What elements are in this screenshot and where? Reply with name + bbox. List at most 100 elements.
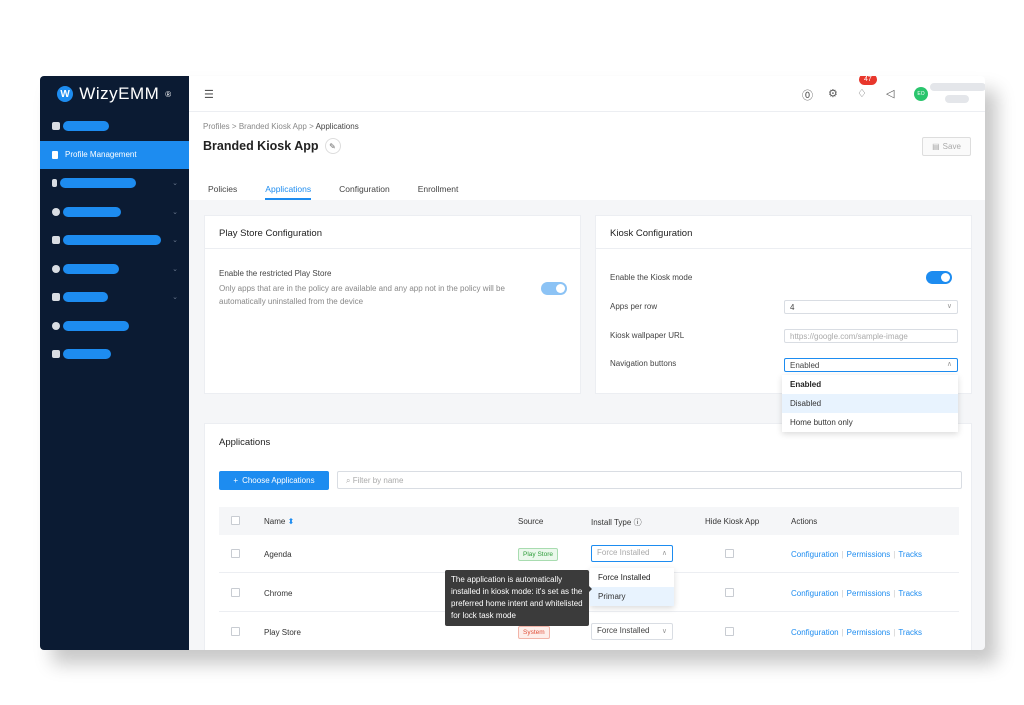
apps-per-row-label: Apps per row	[610, 302, 658, 311]
row-actions: Configuration | Permissions | Tracks	[791, 550, 922, 559]
permissions-link[interactable]: Permissions	[847, 589, 891, 598]
sidebar-item-dashboard[interactable]	[40, 112, 189, 141]
row-checkbox[interactable]	[231, 549, 240, 558]
sidebar-item-support[interactable]	[40, 340, 189, 369]
kiosk-mode-toggle[interactable]	[926, 271, 952, 284]
wallpaper-label: Kiosk wallpaper URL	[610, 331, 685, 340]
redacted-label	[63, 292, 108, 303]
dropdown-option-disabled[interactable]: Disabled	[782, 394, 958, 413]
sidebar-item-billing[interactable]: ⌄	[40, 283, 189, 312]
select-all-checkbox[interactable]	[231, 516, 240, 525]
row-actions: Configuration | Permissions | Tracks	[791, 628, 922, 637]
wallpaper-input[interactable]: https://google.com/sample-image	[784, 329, 958, 343]
sidebar-item-android[interactable]: ⌄	[40, 226, 189, 255]
tab-applications[interactable]: Applications	[265, 184, 312, 200]
topbar: ☰ ⓪ ⚙ ♢ 47 ◁ EO	[189, 76, 985, 112]
sidebar-item-users[interactable]	[40, 312, 189, 341]
brand-name: WizyEMM	[79, 84, 160, 103]
brand-registered: ®	[165, 89, 172, 99]
hide-kiosk-checkbox[interactable]	[725, 549, 734, 558]
row-checkbox[interactable]	[231, 627, 240, 636]
row-actions: Configuration | Permissions | Tracks	[791, 589, 922, 598]
tab-enrollment[interactable]: Enrollment	[418, 184, 459, 200]
app-window: W WizyEMM ® Profile Management ⌄ ⌄ ⌄ ⌄ ⌄ …	[40, 76, 985, 650]
filter-input[interactable]: ⌕ Filter by name	[337, 471, 962, 489]
table-row: Agenda Play Store Force Installed ∧ Confi…	[219, 535, 959, 573]
permissions-link[interactable]: Permissions	[847, 628, 891, 637]
action-separator: |	[893, 550, 896, 559]
install-type-select[interactable]: Force Installed ∨	[591, 623, 673, 640]
breadcrumb: Profiles > Branded Kiosk App > Applicati…	[203, 122, 359, 131]
sidebar-item-location[interactable]: ⌄	[40, 198, 189, 227]
tracks-link[interactable]: Tracks	[898, 589, 922, 598]
col-source: Source	[518, 517, 544, 526]
android-icon	[52, 236, 60, 245]
install-type-select[interactable]: Force Installed ∧	[591, 545, 673, 562]
dropdown-option-home-only[interactable]: Home button only	[782, 413, 958, 432]
logo[interactable]: W WizyEMM ®	[40, 76, 189, 112]
configuration-link[interactable]: Configuration	[791, 628, 839, 637]
install-option-primary[interactable]: Primary	[590, 587, 674, 606]
apps-per-row-select[interactable]: 4 ∨	[784, 300, 958, 314]
action-separator: |	[893, 628, 896, 637]
source-badge: Play Store	[518, 548, 558, 561]
play-store-title: Play Store Configuration	[205, 216, 580, 249]
col-install-type-label: Install Type	[591, 518, 632, 527]
redacted-label	[63, 349, 111, 360]
action-separator: |	[893, 589, 896, 598]
configuration-link[interactable]: Configuration	[791, 589, 839, 598]
install-type-value: Force Installed	[597, 548, 650, 557]
dropdown-option-enabled[interactable]: Enabled	[782, 375, 958, 394]
redacted-label	[63, 121, 109, 132]
breadcrumb-profiles[interactable]: Profiles	[203, 122, 230, 131]
chevron-up-icon: ∧	[661, 550, 667, 557]
row-checkbox[interactable]	[231, 588, 240, 597]
col-name[interactable]: Name ⬍	[264, 517, 294, 526]
sidebar-item-devices[interactable]: ⌄	[40, 169, 189, 198]
table-header: Name ⬍ Source Install Type ⓘ Hide Kiosk …	[219, 507, 959, 535]
help-icon[interactable]: ⓘ	[634, 518, 642, 527]
headset-icon	[52, 350, 60, 359]
hide-kiosk-checkbox[interactable]	[725, 588, 734, 597]
redacted-label	[63, 263, 119, 274]
col-actions: Actions	[791, 517, 818, 526]
table-row: Play Store System Force Installed ∨ Confi…	[219, 613, 959, 650]
app-name: Agenda	[264, 550, 292, 559]
choose-applications-button[interactable]: + Choose Applications	[219, 471, 329, 490]
kiosk-mode-label: Enable the Kiosk mode	[610, 273, 693, 282]
action-separator: |	[841, 550, 844, 559]
save-button[interactable]: ▤ Save	[922, 137, 971, 156]
breadcrumb-separator: >	[231, 122, 237, 131]
page-header: Profiles > Branded Kiosk App > Applicati…	[189, 112, 985, 200]
breadcrumb-profile[interactable]: Branded Kiosk App	[239, 122, 307, 131]
nav-buttons-select[interactable]: Enabled ∧	[784, 358, 958, 372]
sidebar-item-profile-management[interactable]: Profile Management	[40, 140, 189, 169]
bell-icon[interactable]: ♢	[857, 87, 867, 100]
megaphone-icon[interactable]: ◁	[886, 87, 894, 100]
tracks-link[interactable]: Tracks	[898, 550, 922, 559]
install-option-force[interactable]: Force Installed	[590, 568, 674, 587]
sidebar-item-settings[interactable]: ⌄	[40, 255, 189, 284]
user-icon	[52, 321, 60, 330]
redacted-label	[60, 178, 136, 189]
hide-kiosk-checkbox[interactable]	[725, 627, 734, 636]
install-type-tooltip: The application is automatically install…	[445, 570, 592, 626]
install-type-dropdown: Force Installed Primary	[590, 568, 674, 606]
gear-icon[interactable]: ⚙	[828, 87, 838, 100]
collapse-menu-icon[interactable]: ☰	[204, 88, 214, 101]
tracks-link[interactable]: Tracks	[898, 628, 922, 637]
permissions-link[interactable]: Permissions	[847, 550, 891, 559]
tab-configuration[interactable]: Configuration	[339, 184, 390, 200]
phone-icon	[52, 179, 57, 188]
gear-icon	[52, 264, 60, 273]
play-store-toggle[interactable]	[541, 282, 567, 295]
tab-policies[interactable]: Policies	[208, 184, 237, 200]
configuration-link[interactable]: Configuration	[791, 550, 839, 559]
avatar[interactable]: EO	[914, 87, 928, 101]
brand-mark: W	[57, 86, 74, 102]
sort-up-icon: ⬍	[287, 517, 295, 526]
chevron-down-icon: ⌄	[172, 180, 178, 188]
app-name: Play Store	[264, 628, 301, 637]
pencil-icon[interactable]: ✎	[324, 138, 341, 154]
help-icon[interactable]: ⓪	[802, 87, 813, 103]
